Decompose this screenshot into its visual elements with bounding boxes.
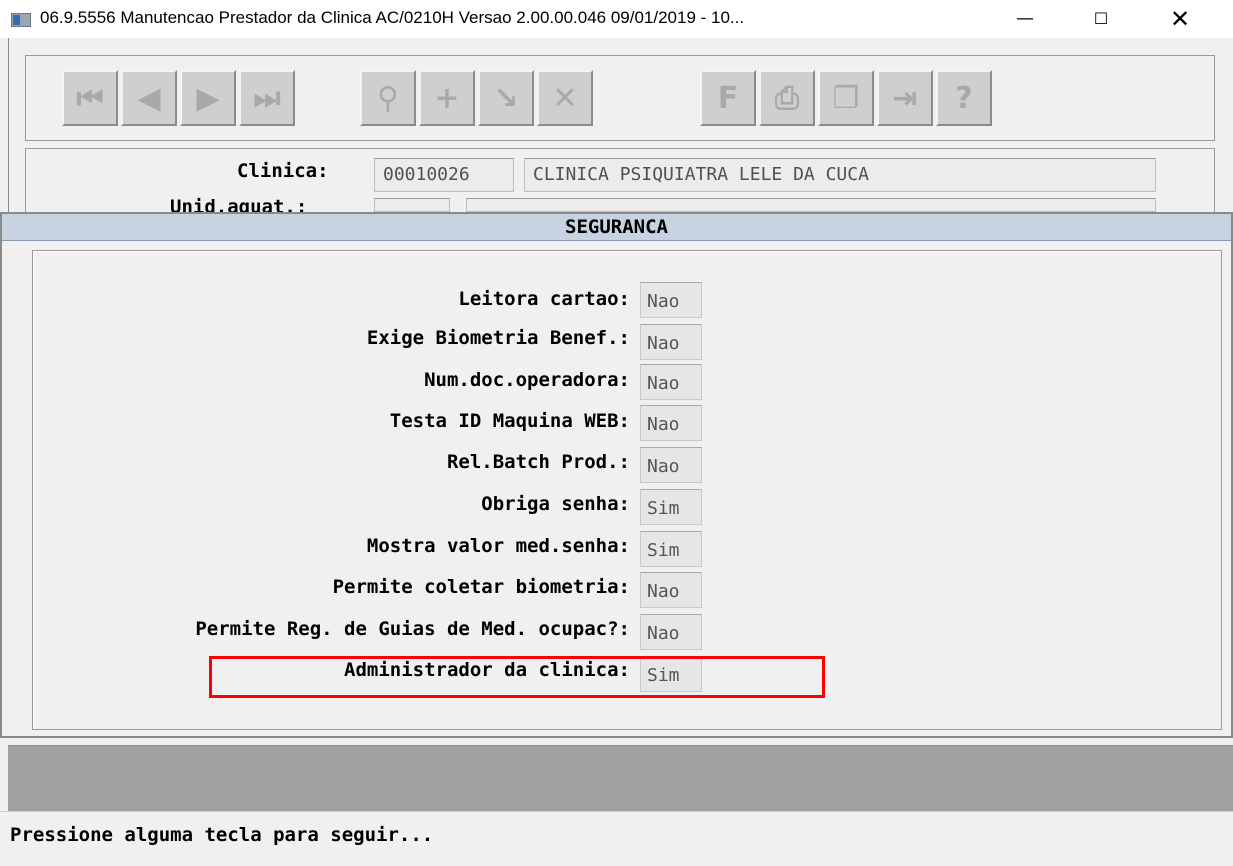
highlight-box bbox=[209, 656, 825, 698]
testa-id-maquina-label: Testa ID Maquina WEB: bbox=[389, 410, 630, 432]
exit-icon: ⇥ bbox=[892, 80, 918, 116]
exige-biometria-label: Exige Biometria Benef.: bbox=[366, 327, 630, 349]
clinica-name-field[interactable]: CLINICA PSIQUIATRA LELE DA CUCA bbox=[524, 158, 1156, 192]
app-icon[interactable] bbox=[11, 13, 31, 27]
print-button[interactable]: ⎙ bbox=[759, 70, 815, 126]
message-band bbox=[8, 745, 1233, 811]
maximize-button[interactable]: ☐ bbox=[1078, 0, 1124, 38]
rel-batch-prod-label: Rel.Batch Prod.: bbox=[446, 451, 630, 473]
testa-id-maquina-field[interactable]: Nao bbox=[640, 405, 702, 441]
clinica-code-field[interactable]: 00010026 bbox=[374, 158, 514, 192]
obriga-senha-field[interactable]: Sim bbox=[640, 489, 702, 525]
last-record-button[interactable]: ⏭ bbox=[239, 70, 295, 126]
first-record-button[interactable]: ⏮ bbox=[62, 70, 118, 126]
mostra-valor-label: Mostra valor med.senha: bbox=[366, 535, 630, 557]
obriga-senha-label: Obriga senha: bbox=[481, 493, 630, 515]
num-doc-operadora-label: Num.doc.operadora: bbox=[424, 369, 630, 391]
leitora-cartao-field[interactable]: Nao bbox=[640, 282, 702, 318]
permite-coletar-biometria-label: Permite coletar biometria: bbox=[332, 576, 630, 598]
dialog-title: SEGURANCA bbox=[2, 214, 1231, 241]
last-record-icon: ⏭ bbox=[253, 80, 281, 116]
mostra-valor-field[interactable]: Sim bbox=[640, 531, 702, 567]
add-record-button[interactable]: + bbox=[419, 70, 475, 126]
help-button[interactable]: ? bbox=[936, 70, 992, 126]
next-record-icon: ▶ bbox=[196, 80, 220, 116]
modify-record-icon: ↘ bbox=[493, 80, 519, 116]
unid-code-field[interactable] bbox=[374, 198, 450, 212]
modify-record-button[interactable]: ↘ bbox=[478, 70, 534, 126]
filter-button[interactable]: F bbox=[700, 70, 756, 126]
print-icon: ⎙ bbox=[775, 80, 799, 116]
exit-button[interactable]: ⇥ bbox=[877, 70, 933, 126]
permite-reg-guias-field[interactable]: Nao bbox=[640, 614, 702, 650]
leitora-cartao-label: Leitora cartao: bbox=[458, 288, 630, 310]
unid-label: Unid.aquat.: bbox=[170, 196, 308, 212]
exige-biometria-field[interactable]: Nao bbox=[640, 324, 702, 360]
search-key-icon: ⚲ bbox=[377, 80, 399, 116]
rel-batch-prod-field[interactable]: Nao bbox=[640, 447, 702, 483]
previous-record-icon: ◀ bbox=[137, 80, 161, 116]
delete-record-icon: ✕ bbox=[552, 80, 578, 116]
help-icon: ? bbox=[955, 80, 973, 116]
unid-name-field[interactable] bbox=[466, 198, 1156, 212]
add-record-icon: + bbox=[434, 80, 460, 116]
permite-reg-guias-label: Permite Reg. de Guias de Med. ocupac?: bbox=[195, 618, 630, 640]
next-record-button[interactable]: ▶ bbox=[180, 70, 236, 126]
filter-icon: F bbox=[717, 80, 739, 116]
clinica-label: Clinica: bbox=[237, 160, 329, 182]
copy-icon: ❐ bbox=[832, 80, 860, 116]
close-button[interactable]: ✕ bbox=[1157, 0, 1203, 38]
previous-record-button[interactable]: ◀ bbox=[121, 70, 177, 126]
permite-coletar-biometria-field[interactable]: Nao bbox=[640, 572, 702, 608]
window-title: 06.9.5556 Manutencao Prestador da Clinic… bbox=[40, 8, 745, 27]
first-record-icon: ⏮ bbox=[76, 80, 104, 116]
status-message: Pressione alguma tecla para seguir... bbox=[10, 824, 434, 846]
num-doc-operadora-field[interactable]: Nao bbox=[640, 364, 702, 400]
minimize-button[interactable]: — bbox=[1002, 0, 1048, 38]
delete-record-button[interactable]: ✕ bbox=[537, 70, 593, 126]
copy-button[interactable]: ❐ bbox=[818, 70, 874, 126]
search-button[interactable]: ⚲ bbox=[360, 70, 416, 126]
